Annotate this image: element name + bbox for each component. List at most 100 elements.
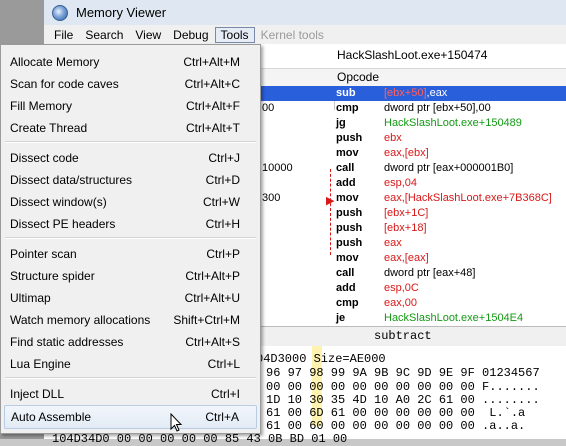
menu-item-label: Dissect code: [10, 151, 79, 165]
disasm-operands: eax,[eax]: [384, 252, 429, 264]
menu-item-shortcut: Ctrl+W: [203, 195, 240, 209]
disasm-mnemonic: add: [336, 177, 356, 189]
menu-item-shortcut: Ctrl+Alt+C: [184, 77, 240, 91]
menu-item-create-thread[interactable]: Create Thread Ctrl+Alt+T: [4, 117, 257, 139]
disasm-operand: HackSlashLoot.exe+1504E4: [384, 312, 524, 324]
menu-item-shortcut: Ctrl+P: [206, 247, 240, 261]
disasm-mnemonic: jg: [336, 117, 346, 129]
disasm-operands: eax,[ebx]: [384, 147, 429, 159]
menu-item-shortcut: Ctrl+L: [207, 357, 240, 371]
disasm-operand: HackSlashLoot.exe+150489: [384, 117, 522, 129]
disasm-operands: ebx: [384, 132, 402, 144]
disasm-operand: [ebx+50]: [384, 87, 427, 99]
disasm-bytes: 300: [262, 192, 281, 204]
disasm-operands: dword ptr [eax+000001B0]: [384, 162, 513, 174]
disasm-operand: [ebx+1C]: [384, 207, 429, 219]
disasm-mnemonic: je: [336, 312, 346, 324]
menu-item-auto-assemble[interactable]: Auto Assemble Ctrl+A: [4, 405, 257, 429]
disasm-mnemonic: mov: [336, 147, 359, 159]
disasm-mnemonic: push: [336, 222, 363, 234]
menu-separator: [5, 141, 256, 143]
instruction-description-text: subtract: [374, 329, 432, 343]
menu-item-scan-for-code-caves[interactable]: Scan for code caves Ctrl+Alt+C: [4, 73, 257, 95]
disasm-operand: dword ptr [eax+48]: [384, 267, 476, 279]
menu-item-shortcut: Ctrl+Alt+P: [185, 269, 240, 283]
disasm-mnemonic: sub: [336, 87, 356, 99]
disasm-operand: eax: [384, 237, 402, 249]
menu-tools[interactable]: Tools: [214, 26, 255, 43]
disasm-mnemonic: add: [336, 282, 356, 294]
menu-item-label: Ultimap: [10, 291, 51, 305]
disasm-operands: HackSlashLoot.exe+150489: [384, 117, 522, 129]
menu-separator: [5, 237, 256, 239]
disasm-mnemonic: cmp: [336, 297, 359, 309]
disasm-mnemonic: call: [336, 267, 355, 279]
menu-item-shortcut: Ctrl+Alt+M: [183, 55, 240, 69]
menu-item-inject-dll[interactable]: Inject DLL Ctrl+I: [4, 383, 257, 405]
disasm-bytes: 00: [262, 102, 275, 114]
menu-item-shortcut: Ctrl+A: [205, 410, 239, 424]
menu-item-ultimap[interactable]: Ultimap Ctrl+Alt+U: [4, 287, 257, 309]
menu-item-label: Structure spider: [10, 269, 95, 283]
menu-item-label: Fill Memory: [10, 99, 72, 113]
disasm-operands: eax: [384, 237, 402, 249]
disasm-mnemonic: mov: [336, 192, 359, 204]
hex-row[interactable]: 1D 10 30 35 4D 10 A0 2C 61 00 ........: [266, 393, 540, 407]
jump-arrow-icon: ▶: [326, 195, 335, 207]
menu-item-find-static-addresses[interactable]: Find static addresses Ctrl+Alt+S: [4, 331, 257, 353]
hex-row[interactable]: 00 00 00 00 00 00 00 00 00 00 F.......: [266, 380, 540, 394]
menu-item-watch-memory-allocations[interactable]: Watch memory allocations Shift+Ctrl+M: [4, 309, 257, 331]
menu-search[interactable]: Search: [79, 27, 129, 43]
menu-item-label: Dissect PE headers: [10, 217, 116, 231]
disasm-operand: esp,04: [384, 177, 418, 189]
menu-item-shortcut: Ctrl+I: [210, 387, 240, 401]
window-title: Memory Viewer: [76, 5, 167, 20]
menu-file[interactable]: File: [48, 27, 79, 43]
menu-item-dissect-pe-headers[interactable]: Dissect PE headers Ctrl+H: [4, 213, 257, 235]
opcode-header[interactable]: Opcode: [337, 70, 379, 84]
menu-item-structure-spider[interactable]: Structure spider Ctrl+Alt+P: [4, 265, 257, 287]
disasm-operand: dword ptr [eax+000001B0]: [384, 162, 514, 174]
hex-row[interactable]: 61 00 6D 61 00 00 00 00 00 00 L.`.a: [266, 406, 525, 420]
disasm-operand: esp,0C: [384, 282, 419, 294]
menu-item-dissect-window-s[interactable]: Dissect window(s) Ctrl+W: [4, 191, 257, 213]
disasm-operands: [ebx+50],eax: [384, 87, 447, 99]
disasm-operands: esp,04: [384, 177, 417, 189]
title-bar: Memory Viewer: [44, 0, 566, 26]
tools-menu-dropdown: Allocate Memory Ctrl+Alt+M Scan for code c…: [0, 44, 261, 434]
disasm-operands: HackSlashLoot.exe+1504E4: [384, 312, 523, 324]
disasm-operand: eax,[HackSlashLoot.exe+7B368C]: [384, 192, 552, 204]
hex-row[interactable]: 61 00 60 00 00 00 00 00 00 00 .a..a.: [266, 419, 525, 433]
disasm-operands: [ebx+1C]: [384, 207, 428, 219]
hex-row[interactable]: 104D34D0 00 00 00 00 00 85 43 0B BD 01 0…: [52, 432, 347, 446]
menu-item-dissect-code[interactable]: Dissect code Ctrl+J: [4, 147, 257, 169]
menu-item-lua-engine[interactable]: Lua Engine Ctrl+L: [4, 353, 257, 375]
menu-item-fill-memory[interactable]: Fill Memory Ctrl+Alt+F: [4, 95, 257, 117]
disasm-operand: ebx: [384, 132, 402, 144]
menu-view[interactable]: View: [129, 27, 167, 43]
menu-separator: [5, 377, 256, 379]
menu-item-allocate-memory[interactable]: Allocate Memory Ctrl+Alt+M: [4, 51, 257, 73]
menu-item-label: Scan for code caves: [10, 77, 119, 91]
disasm-operand: eax,00: [384, 297, 418, 309]
menu-item-shortcut: Shift+Ctrl+M: [173, 313, 240, 327]
menu-kernel-tools[interactable]: Kernel tools: [255, 27, 330, 43]
disasm-operand: dword ptr [ebx+50],00: [384, 102, 491, 114]
menu-item-label: Dissect data/structures: [10, 173, 133, 187]
disasm-operands: eax,[HackSlashLoot.exe+7B368C]: [384, 192, 552, 204]
app-icon: [52, 4, 68, 21]
disasm-operands: eax,00: [384, 297, 417, 309]
menu-item-shortcut: Ctrl+Alt+F: [185, 99, 240, 113]
menu-item-label: Dissect window(s): [10, 195, 107, 209]
disasm-mnemonic: mov: [336, 252, 359, 264]
menu-item-dissect-data-structures[interactable]: Dissect data/structures Ctrl+D: [4, 169, 257, 191]
disasm-operands: dword ptr [ebx+50],00: [384, 102, 491, 114]
menu-item-label: Watch memory allocations: [10, 313, 151, 327]
disasm-operands: [ebx+18]: [384, 222, 427, 234]
menu-item-shortcut: Ctrl+H: [205, 217, 240, 231]
menu-debug[interactable]: Debug: [167, 27, 214, 43]
hex-header: 96 97 98 99 9A 9B 9C 9D 9E 9F 01234567: [266, 366, 540, 380]
mouse-cursor-icon: [170, 413, 183, 432]
menu-item-label: Pointer scan: [10, 247, 77, 261]
menu-item-pointer-scan[interactable]: Pointer scan Ctrl+P: [4, 243, 257, 265]
